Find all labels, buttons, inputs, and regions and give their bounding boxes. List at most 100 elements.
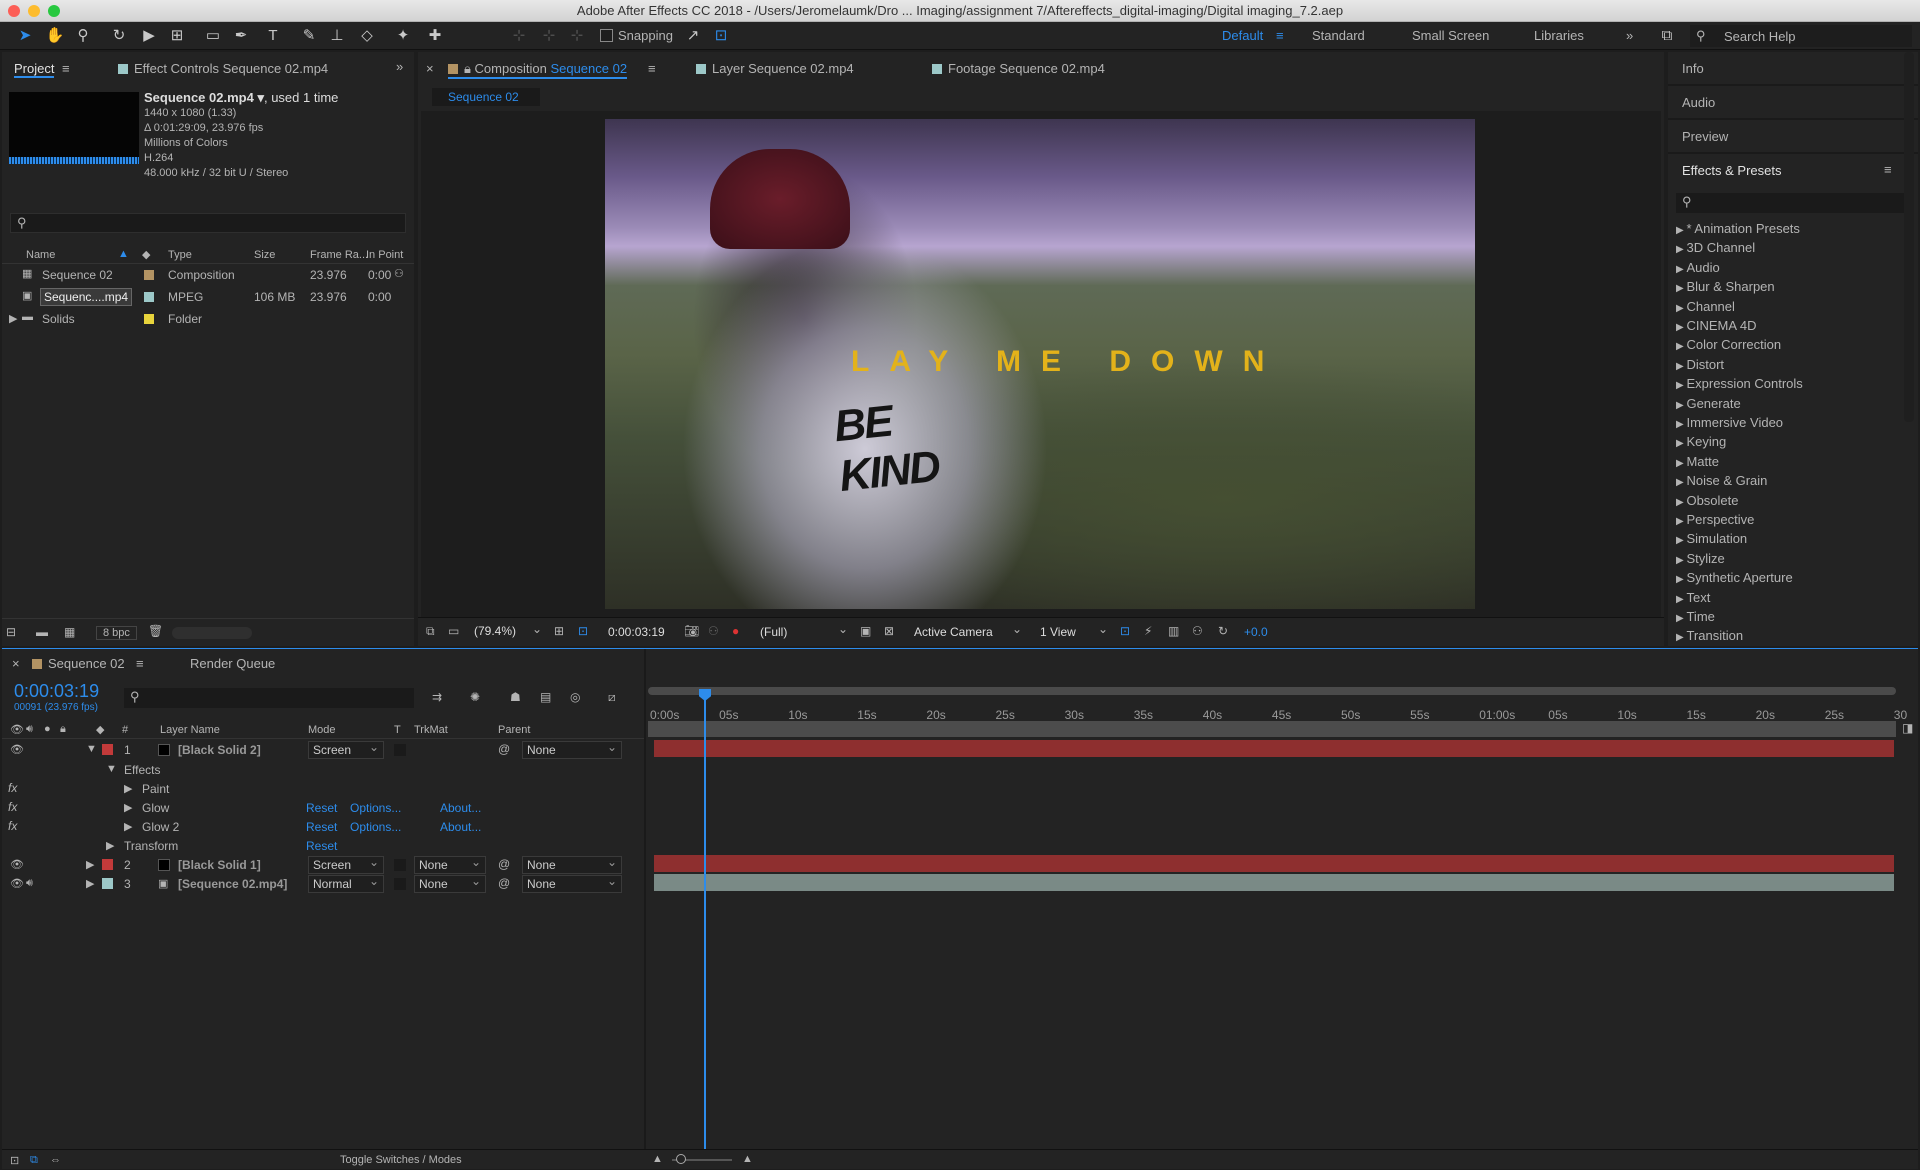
workspace-panel-icon[interactable]: ⧉ [1656, 25, 1678, 47]
project-item[interactable]: ▶ ▬ Solids Folder [2, 309, 414, 328]
roto-brush-tool-icon[interactable]: ✦ [392, 25, 414, 47]
column-layer-name[interactable]: Layer Name [160, 724, 220, 736]
layer-row-2[interactable]: 👁︎ ▶ 2 [Black Solid 1] Screen None @ Non… [2, 854, 644, 874]
monitor-icon[interactable]: ▭ [448, 624, 459, 638]
workspace-small-screen[interactable]: Small Screen [1412, 28, 1489, 43]
tab-render-queue[interactable]: Render Queue [190, 656, 275, 671]
draft-3d-icon[interactable]: ✺ [470, 690, 480, 704]
project-item[interactable]: ▣ Sequenc....mp4 MPEG 106 MB 23.976 0:00 [2, 287, 414, 306]
column-name[interactable]: Name [26, 249, 55, 261]
right-panel-scrollbar[interactable] [1904, 52, 1914, 422]
expand-triangle-icon[interactable]: ▶ [1676, 632, 1686, 643]
playhead-handle-icon[interactable] [699, 689, 711, 701]
layer-switches-icon[interactable]: ⊡ [10, 1154, 19, 1167]
expand-triangle-icon[interactable]: ▶ [1676, 341, 1686, 352]
effect-category[interactable]: ▶ Text [1676, 590, 1710, 605]
parent-dropdown[interactable]: None [522, 739, 622, 759]
composition-mini-flowchart-icon[interactable]: ⇉ [432, 690, 442, 704]
transparency-grid-icon[interactable]: ⊡ [578, 624, 588, 638]
expand-triangle-icon[interactable]: ▶ [124, 820, 132, 833]
blend-mode-dropdown[interactable]: Normal [308, 873, 384, 893]
search-help-field[interactable]: ⚲ Search Help [1690, 25, 1912, 47]
audio-switch-icon[interactable]: 🔊︎ [26, 723, 33, 736]
effect-category[interactable]: ▶ Distort [1676, 357, 1724, 372]
zoom-slider-handle[interactable] [676, 1154, 686, 1164]
snapshot-camera-icon[interactable]: 📷︎ [684, 624, 699, 638]
track-bar-layer-1[interactable] [654, 740, 1894, 757]
always-preview-icon[interactable]: ⧉ [426, 624, 435, 639]
project-item[interactable]: ▦ Sequence 02 Composition 23.976 0:00 ⚇ [2, 265, 414, 284]
close-window-button[interactable] [8, 5, 20, 17]
tab-effect-controls[interactable]: Effect Controls Sequence 02.mp4 [118, 61, 328, 76]
effect-category[interactable]: ▶ Perspective [1676, 512, 1754, 527]
effect-reset-link[interactable]: Reset [306, 820, 337, 834]
tab-footage[interactable]: Footage Sequence 02.mp4 [932, 61, 1105, 76]
close-tab-icon[interactable]: × [426, 61, 434, 76]
layer-row-3[interactable]: 👁︎ 🔊︎ ▶ 3 ▣ [Sequence 02.mp4] Normal Non… [2, 873, 644, 893]
safe-areas-icon[interactable]: ⊞ [554, 624, 564, 638]
expand-triangle-icon[interactable]: ▶ [9, 312, 17, 325]
rectangle-tool-icon[interactable]: ▭ [202, 25, 224, 47]
effect-row-paint[interactable]: fx ▶ Paint [2, 779, 644, 798]
effect-category[interactable]: ▶ Keying [1676, 434, 1726, 449]
expand-triangle-icon[interactable]: ▶ [124, 801, 132, 814]
rotation-tool-icon[interactable]: ↻ [108, 25, 130, 47]
effect-options-link[interactable]: Options... [350, 801, 401, 815]
audio-panel-header[interactable]: Audio [1682, 95, 1715, 110]
video-switch-icon[interactable]: 👁︎ [10, 723, 24, 736]
shy-layers-icon[interactable]: ☗ [510, 690, 521, 704]
effect-category[interactable]: ▶ Matte [1676, 454, 1719, 469]
effect-options-link[interactable]: Options... [350, 820, 401, 834]
workspace-menu-icon[interactable]: ≡ [1276, 28, 1284, 43]
workspace-libraries[interactable]: Libraries [1534, 28, 1584, 43]
expand-triangle-icon[interactable]: ▶ [1676, 516, 1686, 527]
effect-category[interactable]: ▶ Audio [1676, 260, 1720, 275]
expand-triangle-icon[interactable]: ▶ [106, 839, 114, 852]
label-column-icon[interactable]: ◆ [96, 723, 104, 736]
effect-category[interactable]: ▶ Stylize [1676, 551, 1725, 566]
visibility-eye-icon[interactable]: 👁︎ [10, 858, 24, 871]
viewer-menu-icon[interactable]: ≡ [648, 61, 656, 76]
label-color-swatch[interactable] [144, 292, 154, 302]
lock-icon[interactable]: 🔒︎ [464, 61, 471, 76]
effect-category[interactable]: ▶ CINEMA 4D [1676, 318, 1757, 333]
track-matte-dropdown[interactable]: None [414, 873, 486, 893]
chevron-down-icon[interactable]: ⌄ [1012, 622, 1022, 636]
expand-triangle-icon[interactable]: ▶ [1676, 438, 1686, 449]
interpret-footage-icon[interactable]: ⊟ [6, 625, 16, 639]
graph-editor-icon[interactable]: ⧄ [608, 690, 616, 705]
layer-row-1[interactable]: 👁︎ ▼ 1 [Black Solid 2] Screen @ None [2, 739, 644, 759]
frame-blending-icon[interactable]: ▤ [540, 690, 551, 704]
viewer-timecode[interactable]: 0:00:03:19 [608, 625, 665, 639]
effects-menu-icon[interactable]: ≡ [1884, 162, 1892, 177]
toggle-switches-modes-button[interactable]: Toggle Switches / Modes [340, 1154, 462, 1166]
eraser-tool-icon[interactable]: ◇ [356, 25, 378, 47]
parent-dropdown[interactable]: None [522, 873, 622, 893]
type-tool-icon[interactable]: T [262, 25, 284, 47]
expand-triangle-icon[interactable]: ▶ [1676, 322, 1686, 333]
column-type[interactable]: Type [168, 249, 192, 261]
effect-category[interactable]: ▶ Transition [1676, 628, 1743, 643]
effect-category[interactable]: ▶ Simulation [1676, 531, 1747, 546]
current-time-display[interactable]: 0:00:03:19 [14, 681, 99, 702]
chevron-down-icon[interactable]: ⌄ [838, 622, 848, 636]
expand-triangle-icon[interactable]: ▶ [1676, 555, 1686, 566]
effect-category[interactable]: ▶ Expression Controls [1676, 376, 1803, 391]
composition-canvas[interactable]: BE KIND LAY ME DOWN [421, 111, 1661, 617]
layer-label-color[interactable] [102, 859, 113, 870]
show-snapshot-icon[interactable]: ⚇ [708, 624, 719, 638]
pickwhip-icon[interactable]: @ [498, 742, 510, 756]
expand-triangle-icon[interactable]: ▶ [1676, 225, 1686, 236]
tab-timeline-sequence[interactable]: Sequence 02 [32, 656, 125, 671]
pan-behind-tool-icon[interactable]: ⊞ [166, 25, 188, 47]
preserve-transparency-checkbox[interactable] [394, 859, 406, 871]
panel-overflow-icon[interactable]: » [396, 59, 403, 74]
visibility-eye-icon[interactable]: 👁︎ [10, 743, 24, 756]
project-search-input[interactable]: ⚲ [10, 213, 406, 233]
lock-icon[interactable]: 🔒︎ [60, 723, 66, 736]
label-color-swatch[interactable] [144, 314, 154, 324]
timeline-menu-icon[interactable]: ≡ [136, 656, 144, 671]
label-color-swatch[interactable] [144, 270, 154, 280]
timeline-icon[interactable]: ▥ [1168, 624, 1179, 638]
thumbnail-scrollbar[interactable] [172, 627, 252, 639]
